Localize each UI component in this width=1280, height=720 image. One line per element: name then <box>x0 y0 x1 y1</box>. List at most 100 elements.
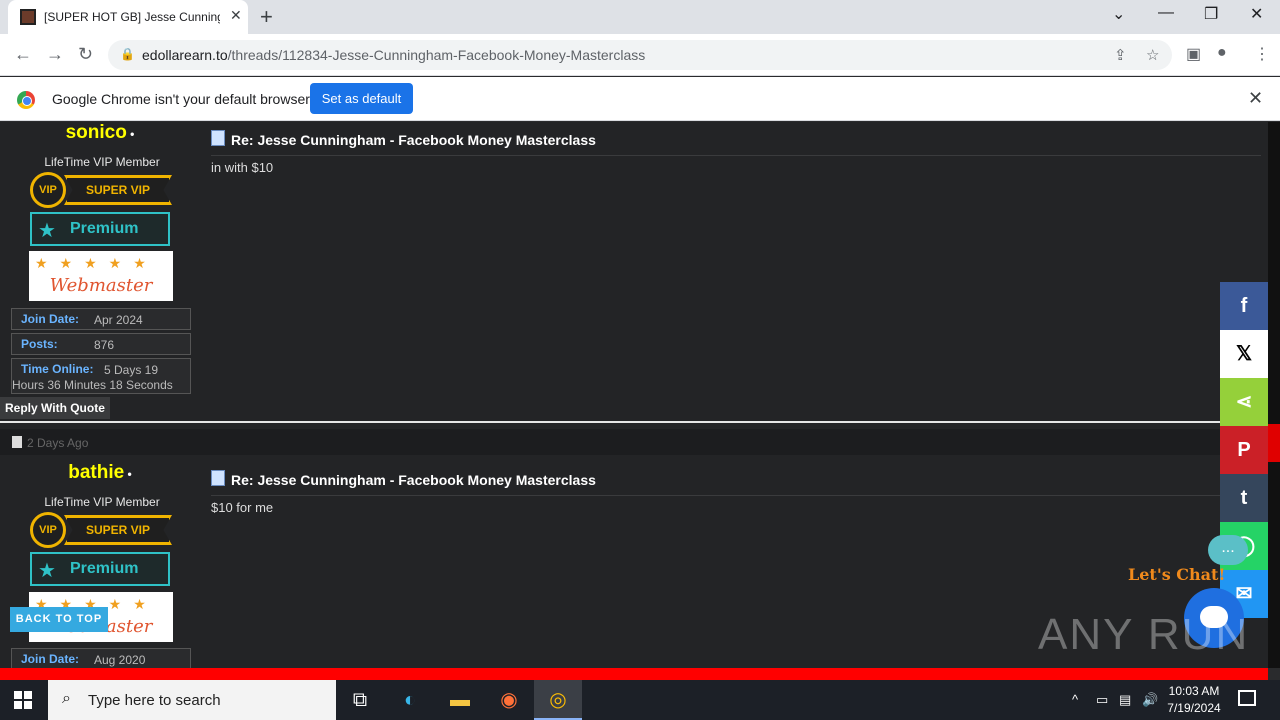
bookmark-star-icon[interactable]: ☆ <box>1146 46 1159 64</box>
close-window-icon[interactable]: ✕ <box>1250 4 1263 24</box>
windows-taskbar: ⌕ Type here to search ⧉ ◐ ▬ ◉ ◎ ^ ▭ ▤ 🔊 … <box>0 680 1280 720</box>
join-date-row: Join Date: Apr 2024 <box>11 308 191 330</box>
pinterest-share-button[interactable]: P <box>1220 426 1268 474</box>
facebook-share-button[interactable]: f <box>1220 282 1268 330</box>
tray-chevron-icon[interactable]: ^ <box>1072 692 1078 707</box>
time-online-value: 5 Days 19 <box>104 363 159 377</box>
minimize-icon[interactable]: — <box>1158 4 1174 22</box>
post-title-text: Re: Jesse Cunningham - Facebook Money Ma… <box>231 472 596 488</box>
bottom-red-bar <box>0 668 1268 680</box>
username-text: sonico <box>65 122 127 143</box>
vip-ribbon: SUPER VIP <box>64 515 172 545</box>
side-panel-icon[interactable]: ▣ <box>1186 44 1201 64</box>
site-favicon-icon <box>20 9 36 25</box>
set-as-default-button[interactable]: Set as default <box>310 83 413 114</box>
username-text: bathie <box>68 462 125 483</box>
facebook-icon: f <box>1240 295 1248 317</box>
reply-with-quote-button[interactable]: Reply With Quote <box>0 397 110 419</box>
post-date: 2 Days Ago <box>27 436 89 450</box>
join-date-value: Apr 2024 <box>94 313 143 327</box>
post-divider <box>0 421 1268 423</box>
tab-strip: [SUPER HOT GB] Jesse Cunningh ✕ + ⌄ — ❐ … <box>0 0 1280 34</box>
tray-device-icon[interactable]: ▭ <box>1096 692 1108 708</box>
share-page-icon[interactable]: ⇪ <box>1114 46 1127 64</box>
posts-value: 876 <box>94 338 115 352</box>
time-online-value-2: Hours 36 Minutes 18 Seconds <box>12 378 173 392</box>
tumblr-share-button[interactable]: t <box>1220 474 1268 522</box>
post-title: Re: Jesse Cunningham - Facebook Money Ma… <box>211 130 1261 156</box>
chrome-taskbar-icon[interactable]: ◎ <box>534 680 582 720</box>
premium-label: Premium <box>70 220 139 237</box>
notification-icon[interactable] <box>1238 690 1256 706</box>
tab-search-chevron-icon[interactable]: ⌄ <box>1112 4 1125 24</box>
forward-icon[interactable]: → <box>46 44 64 65</box>
stars-icon: ★★★★★ <box>35 255 158 271</box>
post-username[interactable]: bathie • <box>0 462 200 484</box>
posts-label: Posts: <box>21 337 58 351</box>
reload-icon[interactable]: ↻ <box>78 44 93 65</box>
post-header: 2 Days Ago <box>0 429 1268 455</box>
document-icon <box>211 470 225 486</box>
tab-title: [SUPER HOT GB] Jesse Cunningh <box>44 10 220 24</box>
vip-circle: VIP <box>30 172 66 208</box>
taskbar-clock[interactable]: 10:03 AM 7/19/2024 <box>1158 683 1230 717</box>
toolbar: ← → ↻ 🔒 edollarearn.to/threads/112834-Je… <box>0 34 1280 76</box>
join-date-row: Join Date: Aug 2020 <box>11 648 191 668</box>
scrollbar-thumb[interactable] <box>1268 424 1280 462</box>
volume-icon[interactable]: 🔊 <box>1142 692 1158 708</box>
firefox-icon[interactable]: ◉ <box>485 680 533 720</box>
x-share-button[interactable]: 𝕏 <box>1220 330 1268 378</box>
clock-date: 7/19/2024 <box>1167 701 1221 715</box>
browser-tab[interactable]: [SUPER HOT GB] Jesse Cunningh ✕ <box>8 0 248 34</box>
menu-kebab-icon[interactable]: ⋮ <box>1254 44 1270 64</box>
network-icon[interactable]: ▤ <box>1119 692 1131 708</box>
clock-time: 10:03 AM <box>1168 684 1220 698</box>
star-icon: ★ <box>38 220 56 242</box>
premium-label: Premium <box>70 560 139 577</box>
windows-start-icon[interactable] <box>14 691 32 709</box>
new-tab-icon[interactable]: + <box>260 4 273 30</box>
lets-chat-label[interactable]: Let's Chat! <box>1128 565 1225 584</box>
tumblr-icon: t <box>1240 487 1248 509</box>
scrollbar-track[interactable] <box>1268 122 1280 668</box>
search-icon: ⌕ <box>62 690 71 707</box>
edge-icon[interactable]: ◐ <box>386 680 434 720</box>
chrome-logo-icon <box>17 91 35 109</box>
premium-badge: ★ Premium <box>30 552 170 586</box>
close-infobar-icon[interactable]: ✕ <box>1248 88 1263 109</box>
share-button[interactable]: ⋖ <box>1220 378 1268 426</box>
time-online-row: Time Online: 5 Days 19 Hours 36 Minutes … <box>11 358 191 394</box>
webmaster-badge: ★★★★★ Webmaster <box>29 251 173 301</box>
post-title: Re: Jesse Cunningham - Facebook Money Ma… <box>211 470 1261 496</box>
default-browser-infobar: Google Chrome isn't your default browser… <box>0 77 1280 121</box>
back-to-top-button[interactable]: BACK TO TOP <box>10 607 108 632</box>
posts-row: Posts: 876 <box>11 333 191 355</box>
join-date-label: Join Date: <box>21 312 80 326</box>
vip-ribbon: SUPER VIP <box>64 175 172 205</box>
post-username[interactable]: sonico • <box>0 122 200 144</box>
join-date-label: Join Date: <box>21 652 80 666</box>
task-view-icon[interactable]: ⧉ <box>336 680 384 720</box>
chat-typing-bubble[interactable]: ... <box>1208 535 1248 565</box>
url-text: edollarearn.to/threads/112834-Jesse-Cunn… <box>142 47 645 63</box>
lock-icon[interactable]: 🔒 <box>120 47 135 61</box>
restore-icon[interactable]: ❐ <box>1204 4 1218 24</box>
share-icon: ⋖ <box>1235 391 1253 413</box>
taskbar-search-input[interactable]: ⌕ Type here to search <box>48 680 336 720</box>
back-icon[interactable]: ← <box>14 44 32 65</box>
post-body: in with $10 <box>211 160 274 175</box>
profile-avatar-icon[interactable]: ● <box>1217 44 1227 62</box>
forum-page: sonico • LifeTime VIP Member VIP SUPER V… <box>0 122 1280 668</box>
forum-post: sonico • LifeTime VIP Member VIP SUPER V… <box>0 122 1268 422</box>
user-title: LifeTime VIP Member <box>44 495 160 509</box>
webmaster-label: Webmaster <box>49 275 153 296</box>
close-tab-icon[interactable]: ✕ <box>230 7 242 24</box>
post-title-text: Re: Jesse Cunningham - Facebook Money Ma… <box>231 132 596 148</box>
vip-circle: VIP <box>30 512 66 548</box>
file-explorer-icon[interactable]: ▬ <box>436 680 484 720</box>
document-icon <box>211 130 225 146</box>
address-bar[interactable]: 🔒 edollarearn.to/threads/112834-Jesse-Cu… <box>108 40 1172 70</box>
join-date-value: Aug 2020 <box>94 653 146 667</box>
post-body: $10 for me <box>211 500 274 515</box>
super-vip-badge: VIP SUPER VIP <box>30 512 172 548</box>
